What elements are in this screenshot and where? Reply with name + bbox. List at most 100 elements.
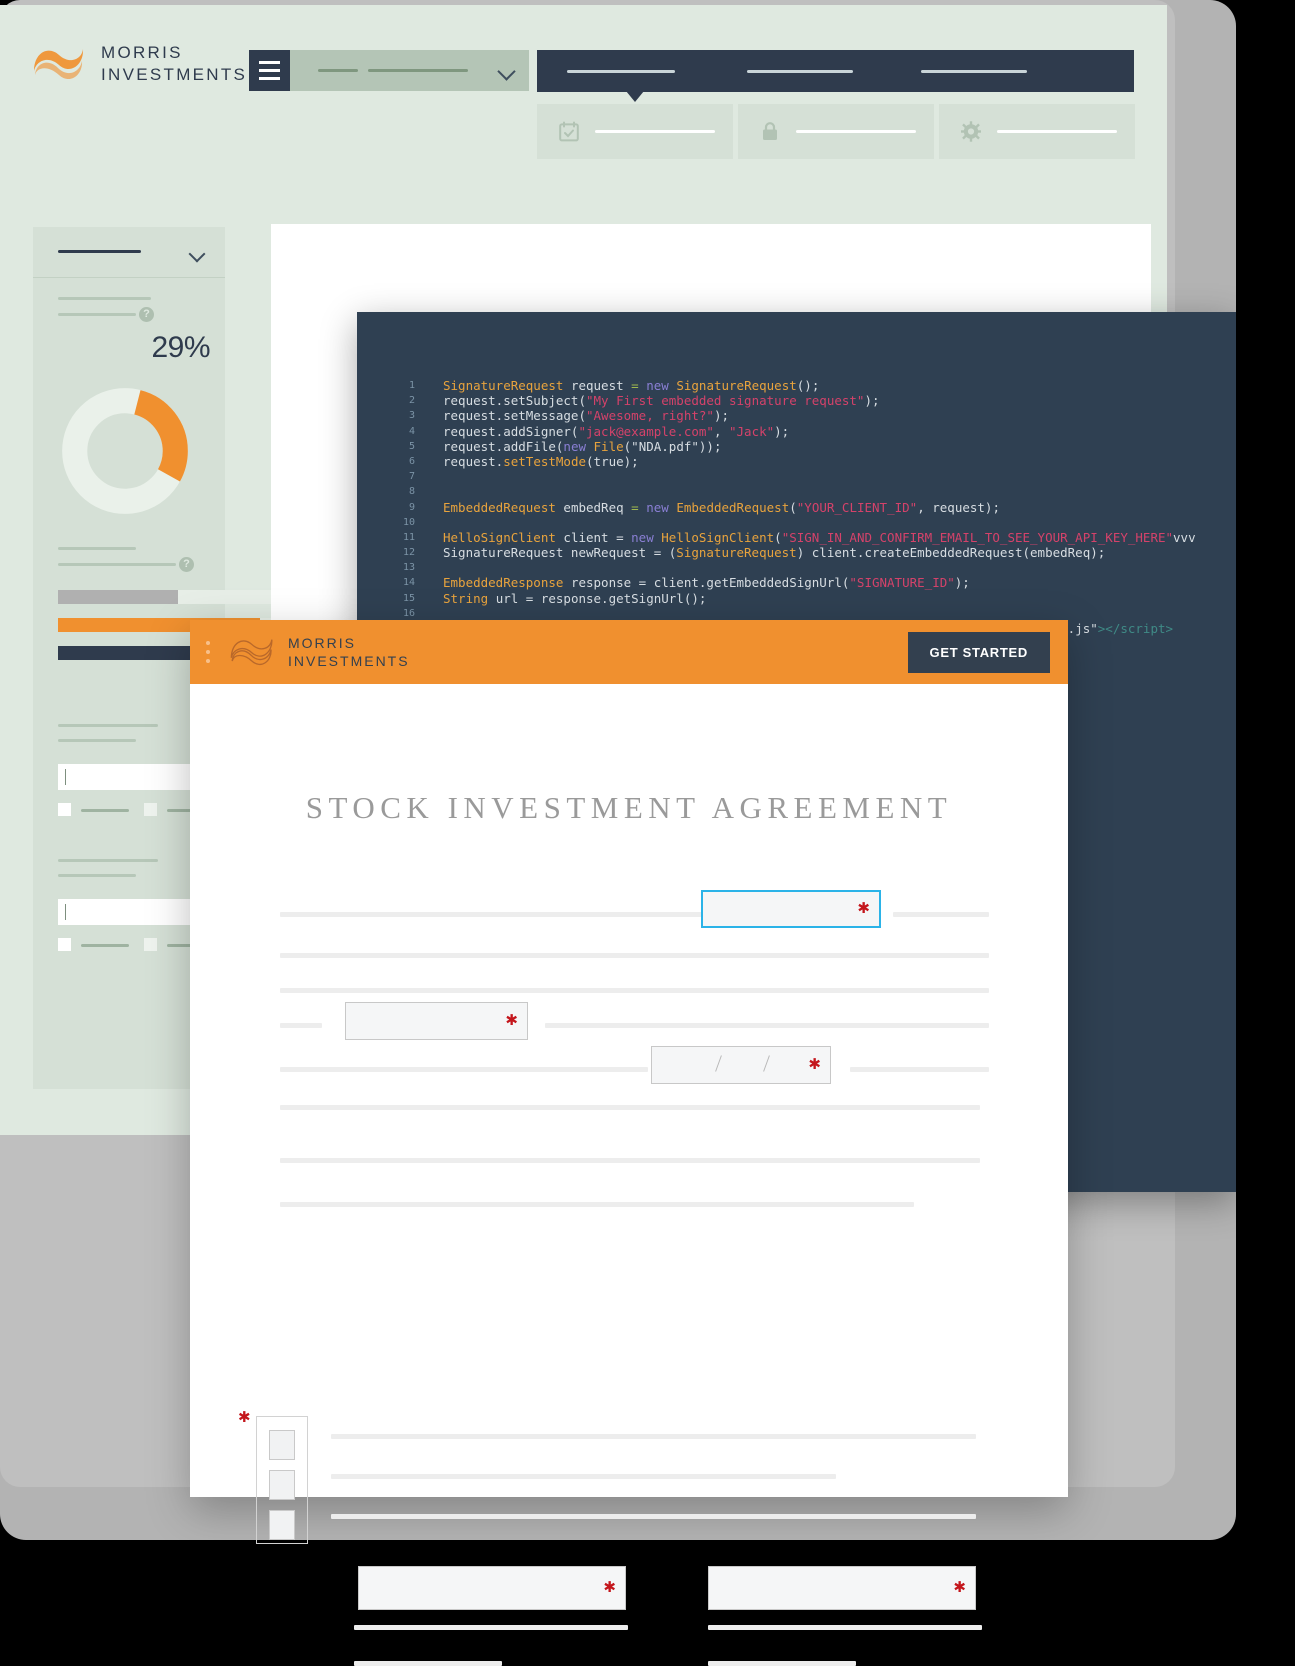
doc-text-line-6 [545, 1023, 989, 1028]
sidebar-checkbox-2b[interactable] [144, 938, 157, 951]
checkbox-option-1[interactable] [269, 1430, 295, 1460]
code-line-number: 12 [402, 547, 415, 559]
field-initials[interactable]: ✱ [708, 1566, 976, 1610]
code-line: 6 request.setTestMode(true); [357, 454, 1236, 469]
code-line: 9 EmbeddedRequest embedReq = new Embedded… [357, 500, 1236, 515]
document-brand: MORRIS INVESTMENTS [228, 633, 410, 671]
get-started-button[interactable]: GET STARTED [907, 631, 1050, 673]
doc-text-line-4 [280, 988, 989, 993]
hamburger-menu-icon[interactable] [249, 50, 290, 91]
signature-caption [354, 1661, 502, 1666]
code-line: 15 String url = response.getSignUrl(); [357, 591, 1236, 606]
menu-bar-2 [259, 69, 280, 72]
doc-text-line-3 [280, 953, 989, 958]
code-line-text: SignatureRequest newRequest = (Signature… [443, 545, 1106, 561]
document-title: STOCK INVESTMENT AGREEMENT [305, 790, 953, 825]
code-line: 3 request.setMessage("Awesome, right?"); [357, 408, 1236, 423]
nav-item-2[interactable] [747, 69, 853, 73]
code-line-text: request.addFile(new File("NDA.pdf")); [443, 438, 722, 454]
input-1-label-1 [58, 724, 158, 727]
sidebar-select-value [58, 250, 141, 253]
tile-settings-label [997, 130, 1117, 133]
field-date[interactable]: ✱ [651, 1046, 831, 1084]
brand-logo: MORRIS INVESTMENTS [30, 41, 247, 87]
drag-grip-icon[interactable] [206, 641, 210, 663]
code-lines[interactable]: 1 SignatureRequest request = new Signatur… [357, 378, 1236, 651]
nav-dropdown[interactable] [290, 50, 529, 91]
code-line-text: String url = response.getSignUrl(); [443, 590, 707, 606]
field-name[interactable]: ✱ [701, 890, 881, 928]
code-line-number: 3 [408, 410, 415, 422]
tile-security-label [796, 130, 916, 133]
sidebar-checkbox-1a[interactable] [58, 803, 71, 816]
checkbox-option-2[interactable] [269, 1470, 295, 1500]
code-line-number: 10 [402, 516, 415, 528]
code-line: 7 [357, 469, 1236, 484]
tile-schedule-label [595, 130, 715, 133]
code-line: 10 [357, 515, 1236, 530]
doc-text-line-9 [280, 1105, 980, 1110]
field-signature[interactable]: ✱ [358, 1566, 626, 1610]
bars-label-2 [58, 563, 176, 566]
date-slash-1 [715, 1055, 722, 1072]
code-line: 12 SignatureRequest newRequest = (Signatu… [357, 545, 1236, 560]
doc-text-line-1 [280, 912, 714, 917]
code-line: 14 EmbeddedResponse response = client.get… [357, 575, 1236, 590]
sidebar-checkbox-1b[interactable] [144, 803, 157, 816]
field-amount[interactable]: ✱ [345, 1002, 528, 1040]
sidebar-select[interactable] [33, 227, 225, 278]
tile-security[interactable] [738, 104, 934, 159]
nav-item-1[interactable] [567, 69, 675, 73]
code-line-number: 1 [408, 380, 415, 391]
chevron-down-icon [188, 245, 206, 263]
nav-item-3[interactable] [921, 69, 1027, 73]
calendar-check-icon [559, 121, 579, 142]
code-line-text: SignatureRequest request = new Signature… [443, 378, 820, 393]
code-line-number: 7 [408, 471, 415, 483]
required-marker: ✱ [238, 1409, 251, 1426]
nav-dropdown-label-short [318, 69, 358, 72]
date-slash-2 [763, 1055, 770, 1072]
code-line-text: request.setMessage("Awesome, right?"); [443, 408, 729, 424]
help-circle-icon[interactable]: ? [179, 557, 194, 572]
doc-text-line-8 [850, 1067, 989, 1072]
code-line-text: HelloSignClient client = new HelloSignCl… [443, 529, 1196, 545]
bar-gray-fill [58, 590, 178, 604]
sidebar-checkbox-1a-label [81, 809, 129, 812]
sidebar-checkbox-2a[interactable] [58, 938, 71, 951]
code-line-text: EmbeddedResponse response = client.getEm… [443, 575, 970, 591]
signature-underline [354, 1625, 628, 1630]
bar-gray [58, 590, 288, 604]
code-line-number: 9 [408, 501, 415, 513]
checkbox-option-3[interactable] [269, 1510, 295, 1540]
document-brand-line-1: MORRIS [288, 634, 356, 651]
doc-text-line-11 [280, 1202, 914, 1207]
gear-icon [961, 121, 981, 142]
morris-ribbon-logo-icon [34, 49, 84, 80]
top-nav-bar [537, 50, 1134, 92]
tile-settings[interactable] [939, 104, 1135, 159]
tile-schedule[interactable] [537, 104, 733, 159]
code-line: 2 request.setSubject("My First embedded s… [357, 393, 1236, 408]
doc-text-line-7 [280, 1067, 648, 1072]
brand-line-1: MORRIS [101, 43, 183, 63]
code-line: 5 request.addFile(new File("NDA.pdf")); [357, 439, 1236, 454]
lock-icon [763, 122, 777, 140]
required-marker: ✱ [505, 1012, 518, 1030]
donut-label-1 [58, 297, 151, 300]
code-line-number: 16 [402, 607, 415, 619]
code-line-number: 15 [402, 592, 415, 604]
document-body: ✱ ✱ ✱ ✱ ✱ ✱ [190, 868, 1068, 1666]
code-line-text: request.setTestMode(true); [443, 453, 639, 469]
code-line-number: 11 [402, 531, 415, 543]
document-brand-name: MORRIS INVESTMENTS [288, 634, 410, 671]
input-2-label-2 [58, 874, 136, 877]
initials-underline [708, 1625, 982, 1630]
code-line-number: 2 [408, 395, 415, 407]
code-line: 13 [357, 560, 1236, 575]
help-circle-icon[interactable]: ? [139, 307, 154, 322]
menu-bar-3 [259, 77, 280, 80]
brand-name: MORRIS INVESTMENTS [101, 42, 247, 86]
menu-bar-1 [259, 61, 280, 64]
code-line-number: 14 [402, 577, 415, 589]
